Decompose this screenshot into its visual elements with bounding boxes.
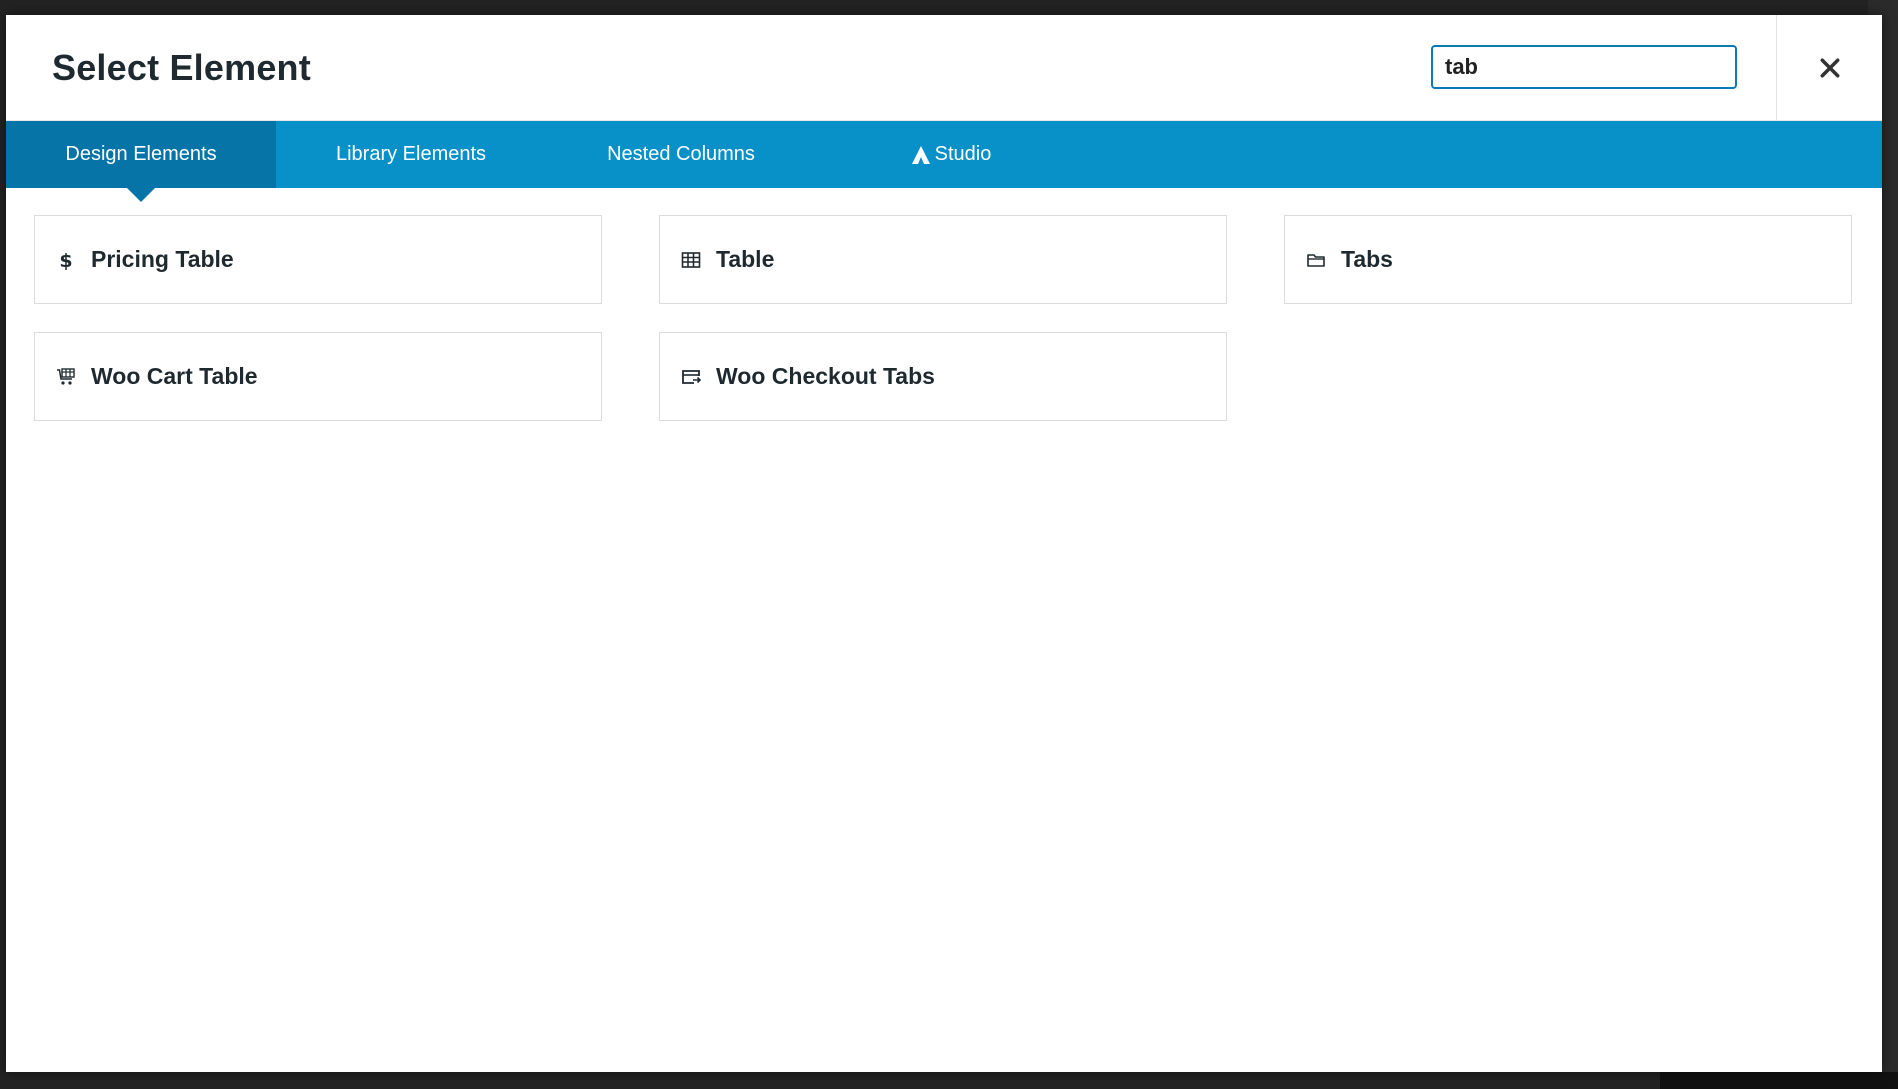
cart-table-icon [55,366,77,388]
modal-header: Select Element [6,15,1882,121]
tab-label: Design Elements [65,143,217,165]
element-card-pricing-table[interactable]: $ Pricing Table [34,215,602,304]
dollar-icon: $ [55,249,77,271]
close-button[interactable] [1777,15,1882,120]
tab-studio[interactable]: Studio [816,121,1086,188]
tab-library-elements[interactable]: Library Elements [276,121,546,188]
select-element-modal: Select Element Design Elements Library E… [6,15,1882,1072]
modal-title: Select Element [52,47,311,88]
search-input[interactable] [1431,45,1737,89]
element-grid: $ Pricing Table Table Tabs Woo Cart Tabl… [6,188,1882,421]
element-card-woo-checkout-tabs[interactable]: Woo Checkout Tabs [659,332,1227,421]
element-card-woo-cart-table[interactable]: Woo Cart Table [34,332,602,421]
element-card-label: Tabs [1341,246,1393,272]
element-card-tabs[interactable]: Tabs [1284,215,1852,304]
element-card-table[interactable]: Table [659,215,1227,304]
element-card-label: Table [716,246,775,272]
close-icon [1820,58,1839,77]
element-card-label: Woo Cart Table [91,363,258,389]
tab-label: Nested Columns [607,143,755,165]
tab-nested-columns[interactable]: Nested Columns [546,121,816,188]
studio-logo-icon [911,145,930,164]
background-bottom-bar [1660,1072,1898,1089]
element-card-label: Woo Checkout Tabs [716,363,935,389]
svg-text:$: $ [59,250,72,270]
tab-label: Studio [934,143,992,165]
tab-label: Library Elements [335,143,487,165]
table-icon [680,249,702,271]
checkout-tabs-icon [680,366,702,388]
element-card-label: Pricing Table [91,246,234,272]
element-tabs: Design Elements Library Elements Nested … [6,121,1882,202]
folder-icon [1305,249,1327,271]
tab-design-elements[interactable]: Design Elements [6,121,276,202]
